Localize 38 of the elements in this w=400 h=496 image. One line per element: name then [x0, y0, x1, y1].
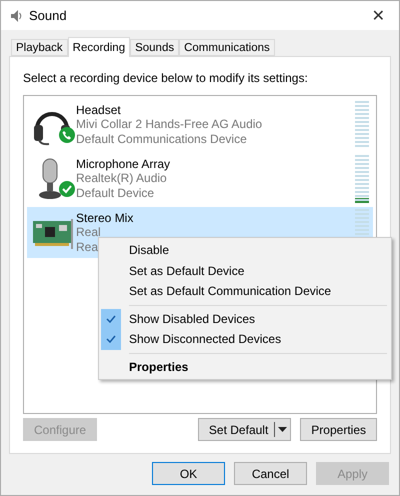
device-row[interactable]: Microphone Array Realtek(R) Audio Default Device	[27, 153, 373, 204]
device-name: Stereo Mix	[76, 210, 134, 226]
device-detail: Default Device	[76, 186, 154, 200]
level-meter	[355, 100, 369, 148]
menu-item[interactable]: Properties	[101, 356, 389, 377]
menu-item[interactable]: Set as Default Device	[101, 260, 389, 281]
tab[interactable]: Recording	[68, 37, 130, 57]
caret-icon	[278, 427, 288, 432]
window-title: Sound	[29, 8, 68, 23]
dialog-button[interactable]: OK	[152, 462, 225, 485]
device-row[interactable]: Headset Mivi Collar 2 Hands-Free AG Audio Default Communications Device	[27, 99, 373, 150]
device-name: Headset	[76, 102, 121, 118]
tab[interactable]: Sounds	[130, 39, 180, 56]
menu-label: Show Disabled Devices	[129, 312, 256, 326]
menu-label: Disable	[129, 243, 170, 258]
instruction-text: Select a recording device below to modify its settings:	[23, 71, 309, 85]
menu-label: Properties	[129, 360, 188, 374]
menu-item[interactable]: Show Disabled Devices	[101, 308, 389, 329]
check-icon	[106, 335, 116, 344]
device-detail: Realtek(R) Audio	[76, 171, 167, 186]
menu-label: Show Disconnected Devices	[129, 332, 282, 346]
properties-button[interactable]: Properties	[300, 418, 377, 441]
tab[interactable]: Communications	[179, 39, 275, 56]
device-detail: Rea	[76, 240, 98, 254]
tab[interactable]: Playback	[11, 39, 68, 56]
device-name: Microphone Array	[76, 156, 170, 172]
device-detail: Mivi Collar 2 Hands-Free AG Audio	[76, 117, 262, 132]
menu-label: Set as Default Communication Device	[129, 284, 332, 298]
close-button[interactable]: ✕	[366, 6, 391, 25]
check-icon	[106, 314, 116, 323]
set-default-button[interactable]: Set Default	[198, 418, 292, 441]
menu-item[interactable]: Set as Default Communication Device	[101, 281, 389, 302]
dialog-button[interactable]: Cancel	[234, 462, 307, 485]
menu-item[interactable]: Show Disconnected Devices	[101, 329, 389, 350]
menu-label: Set as Default Device	[129, 264, 244, 278]
speaker-icon	[9, 8, 23, 22]
device-detail: Real	[76, 225, 101, 240]
device-detail: Default Communications Device	[76, 132, 247, 146]
